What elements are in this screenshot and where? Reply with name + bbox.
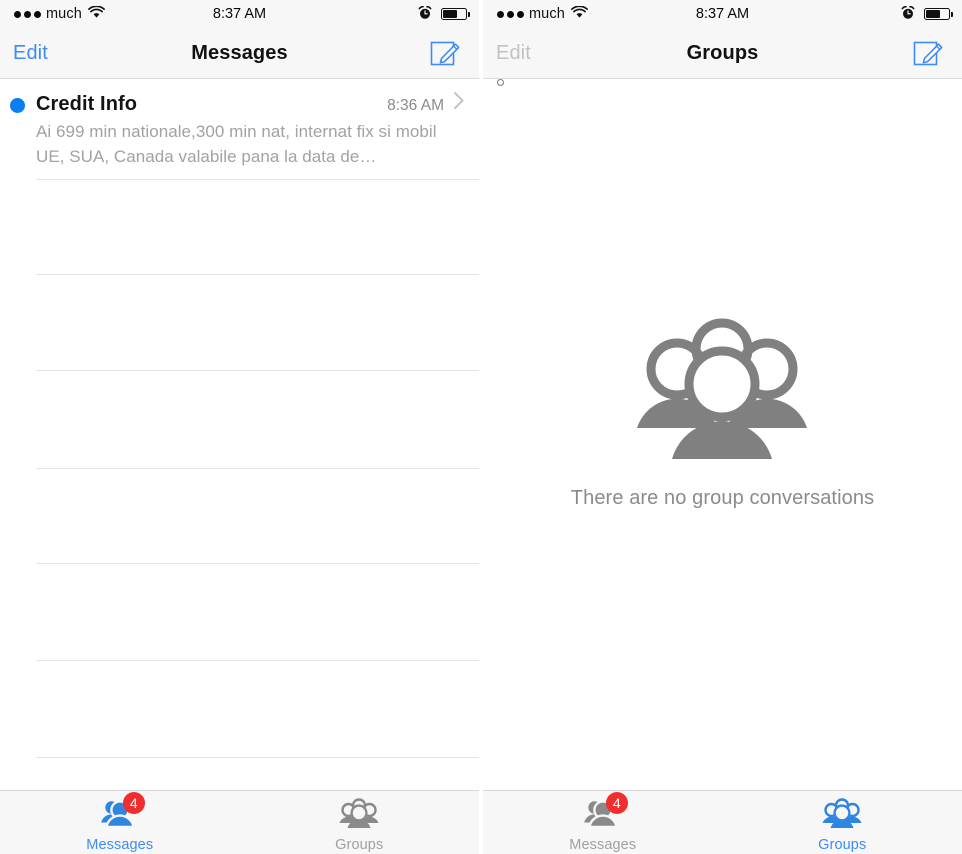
list-separator <box>36 179 479 180</box>
conversation-list[interactable]: Credit Info 8:36 AM Ai 699 min nationale… <box>0 79 479 785</box>
group-people-icon <box>635 316 809 471</box>
two-people-icon: 4 <box>580 791 628 831</box>
unread-indicator-dot <box>10 98 25 113</box>
list-separator <box>36 563 479 564</box>
conversation-preview: Ai 699 min nationale,300 min nat, intern… <box>36 122 437 166</box>
tab-messages-label: Messages <box>569 836 637 853</box>
conversation-header: Credit Info 8:36 AM <box>0 91 479 116</box>
alarm-clock-icon <box>901 5 915 23</box>
battery-icon <box>441 8 471 20</box>
conversation-title: Credit Info <box>36 93 138 115</box>
chevron-right-icon <box>453 91 465 115</box>
two-people-icon: 4 <box>97 791 145 831</box>
tab-groups[interactable]: Groups <box>240 791 480 854</box>
list-separator <box>36 370 479 371</box>
tab-bar[interactable]: 4 Messages Groups <box>0 790 479 854</box>
tab-groups-label: Groups <box>818 836 867 853</box>
status-bar-right <box>418 0 471 28</box>
tab-messages[interactable]: 4 Messages <box>0 791 240 854</box>
empty-state-message: There are no group conversations <box>570 487 875 509</box>
status-bar: much 8:37 AM <box>483 0 962 86</box>
list-separator <box>36 468 479 469</box>
list-separator <box>36 660 479 661</box>
list-separator <box>36 757 479 758</box>
group-people-icon <box>336 797 382 831</box>
page-title: Groups <box>686 41 759 64</box>
status-bar-clock: 8:37 AM <box>695 6 750 22</box>
group-people-icon <box>819 797 865 831</box>
tab-messages-label: Messages <box>86 836 154 853</box>
dual-screenshot-container: much 8:37 AM Edit Messages Credit Info 8… <box>0 0 962 854</box>
empty-state: There are no group conversations <box>483 79 962 785</box>
status-bar-right <box>901 0 954 28</box>
tab-groups[interactable]: Groups <box>723 791 962 854</box>
unread-badge: 4 <box>605 791 628 814</box>
list-separator <box>36 274 479 275</box>
conversation-timestamp: 8:36 AM <box>387 97 444 114</box>
messages-screen: much 8:37 AM Edit Messages Credit Info 8… <box>0 0 479 854</box>
tab-messages[interactable]: 4 Messages <box>483 791 723 854</box>
tab-groups-label: Groups <box>335 836 384 853</box>
navigation-bar: Edit Messages <box>0 28 479 79</box>
alarm-clock-icon <box>418 5 432 23</box>
page-title: Messages <box>191 41 288 64</box>
compose-icon[interactable] <box>912 36 946 70</box>
status-bar-clock: 8:37 AM <box>212 6 267 22</box>
status-bar: much 8:37 AM <box>0 0 479 86</box>
navigation-bar: Edit Groups <box>483 28 962 79</box>
list-item[interactable]: Credit Info 8:36 AM Ai 699 min nationale… <box>0 79 479 179</box>
groups-screen: much 8:37 AM Edit Groups There are no gr… <box>483 0 962 854</box>
unread-badge: 4 <box>122 791 145 814</box>
battery-icon <box>924 8 954 20</box>
compose-icon[interactable] <box>429 36 463 70</box>
tab-bar[interactable]: 4 Messages Groups <box>483 790 962 854</box>
